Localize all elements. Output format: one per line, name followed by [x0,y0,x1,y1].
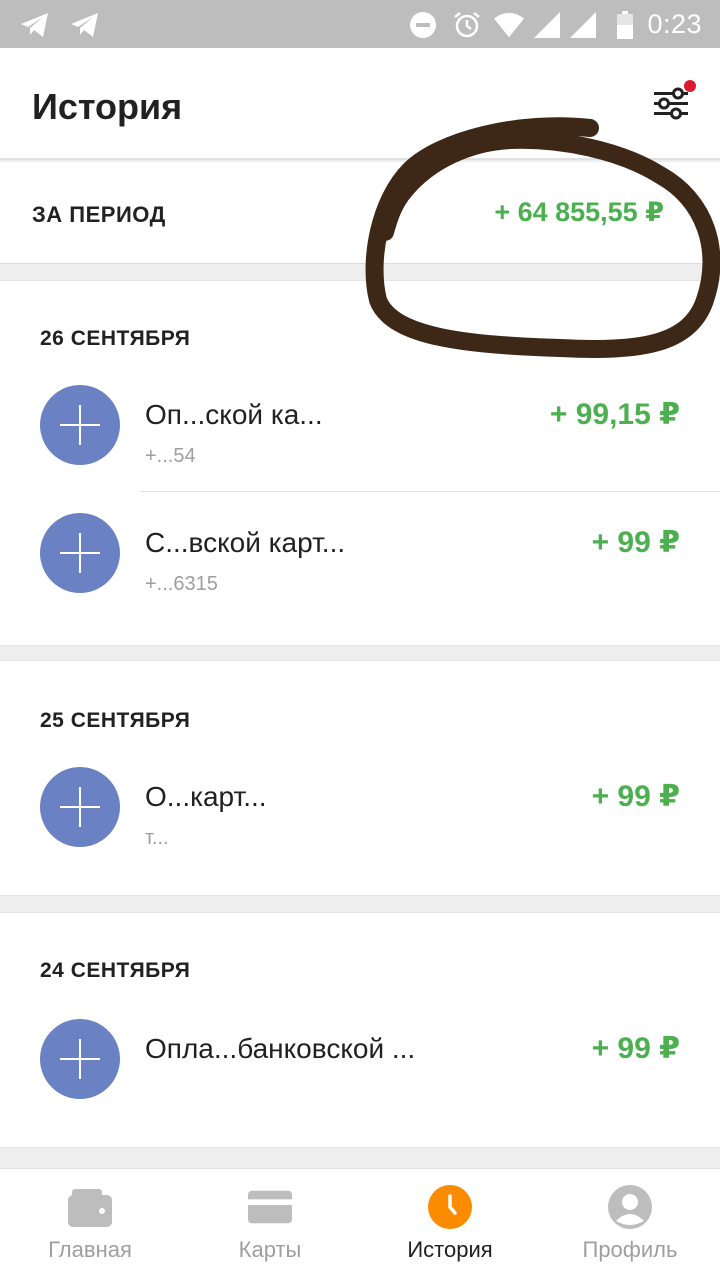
wallet-icon [68,1185,112,1229]
transaction-row[interactable]: Оп...ской ка... +...54 + 99,15 ₽ [0,363,720,493]
transaction-row[interactable]: С...вской карт... +...6315 + 99 ₽ [0,491,720,621]
alarm-icon [452,10,482,40]
app-header: История [0,48,720,160]
nav-item-cards[interactable]: Карты [180,1169,360,1280]
profile-icon [608,1185,652,1229]
nav-label: Профиль [582,1237,678,1262]
telegram-icon [20,10,50,40]
page-title: История [32,86,183,127]
transaction-amount: + 99,15 ₽ [549,398,680,431]
transaction-title: О...карт... [145,781,267,812]
transaction-subtitle: +...6315 [145,573,218,595]
date-header: 24 СЕНТЯБРЯ [40,959,191,982]
transaction-amount: + 99 ₽ [591,1032,680,1065]
do-not-disturb-icon [408,10,438,40]
plus-icon [40,513,120,593]
clock-icon [428,1185,472,1229]
date-header: 26 СЕНТЯБРЯ [40,327,191,350]
transaction-title: С...вской карт... [145,527,346,558]
divider [140,491,720,492]
period-label: ЗА ПЕРИОД [32,202,166,227]
nav-label: История [407,1237,493,1262]
transaction-row[interactable]: О...карт... т... + 99 ₽ [0,745,720,875]
signal-icon [532,10,562,40]
transaction-title: Оп...ской ка... [145,399,323,430]
bottom-navigation: Главная Карты История Профиль [0,1168,720,1280]
plus-icon [40,767,120,847]
transaction-subtitle: т... [145,827,169,849]
wifi-icon [494,10,524,40]
filter-button[interactable] [652,80,696,126]
nav-item-history[interactable]: История [360,1169,540,1280]
signal-icon [568,10,598,40]
battery-icon [610,10,640,40]
nav-label: Карты [238,1237,302,1262]
nav-item-profile[interactable]: Профиль [540,1169,720,1280]
nav-item-home[interactable]: Главная [0,1169,180,1280]
period-amount: + 64 855,55 ₽ [494,197,664,227]
transaction-amount: + 99 ₽ [591,526,680,559]
period-summary[interactable]: ЗА ПЕРИОД + 64 855,55 ₽ [0,162,720,264]
nav-label: Главная [48,1237,132,1262]
transaction-subtitle: +...54 [145,445,196,467]
transaction-row[interactable]: Опла...банковской ... + 99 ₽ [0,997,720,1127]
plus-icon [40,385,120,465]
plus-icon [40,1019,120,1099]
date-header: 25 СЕНТЯБРЯ [40,709,191,732]
status-time: 0:23 [647,9,702,39]
transaction-title: Опла...банковской ... [145,1033,416,1064]
notification-dot [684,80,696,92]
date-section: 25 СЕНТЯБРЯ О...карт... т... + 99 ₽ [0,660,720,896]
card-icon [248,1185,292,1229]
date-section: 24 СЕНТЯБРЯ Опла...банковской ... + 99 ₽ [0,912,720,1148]
transaction-amount: + 99 ₽ [591,780,680,813]
telegram-icon [70,10,100,40]
status-bar: 0:23 [0,0,720,48]
date-section: 26 СЕНТЯБРЯ Оп...ской ка... +...54 + 99,… [0,280,720,646]
